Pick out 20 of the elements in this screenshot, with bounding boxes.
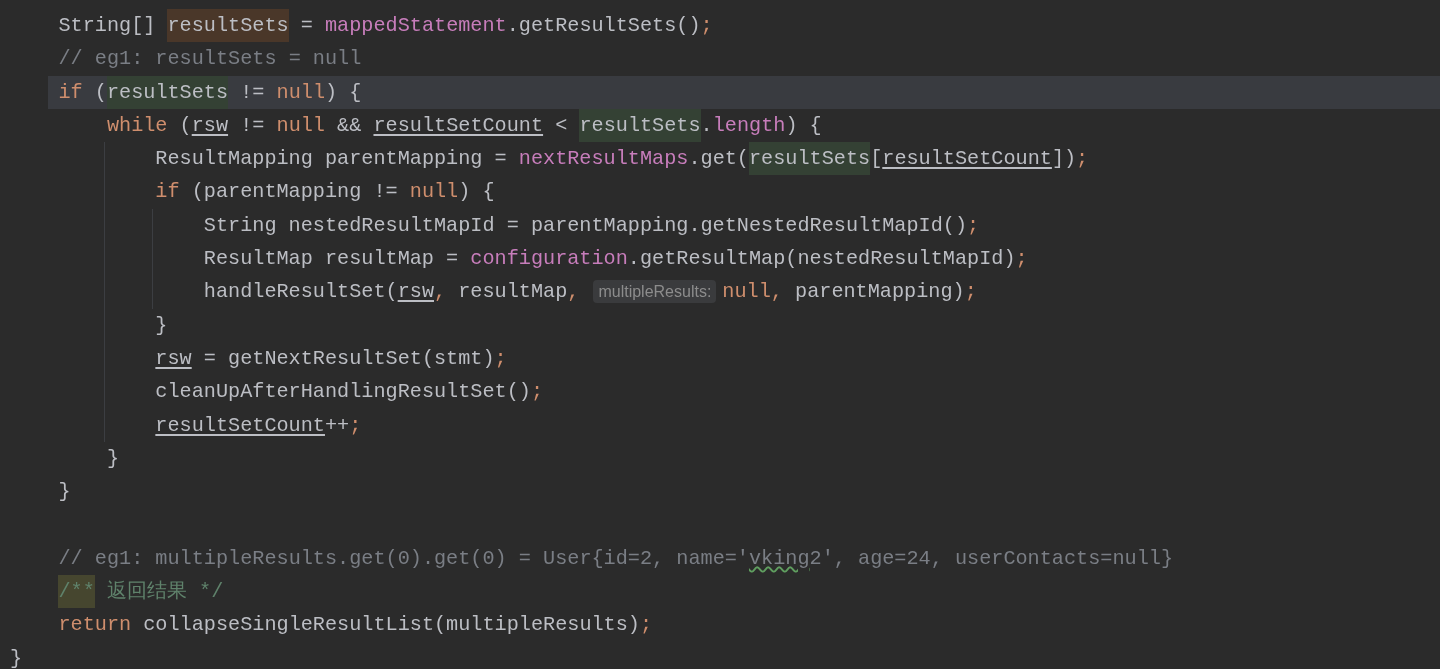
code-line: while (rsw != null && resultSetCount < resultSets.length) { <box>106 108 822 143</box>
code-line: } <box>155 312 169 339</box>
code-line: String nestedResultMapId = parentMapping.getNestedResultMapId(); <box>203 212 980 239</box>
code-line: } <box>58 479 72 506</box>
code-line: // eg1: multipleResults.get(0).get(0) = User{id=2, name='vking2', age=24, userContacts=null} <box>58 545 1173 572</box>
code-line: handleResultSet(rsw, resultMap, multipleResults: null, parentMapping); <box>203 279 977 306</box>
code-line: String[] resultSets = mappedStatement.getResultSets(); <box>58 9 713 43</box>
code-line: } <box>106 445 121 472</box>
code-line: resultSetCount++; <box>155 412 362 439</box>
parameter-hint: multipleResults: <box>593 280 717 304</box>
code-line: if (parentMapping != null) { <box>155 179 495 206</box>
code-line: ResultMap resultMap = configuration.getResultMap(nestedResultMapId); <box>203 246 1028 273</box>
code-line: // eg1: resultSets = null <box>58 46 362 73</box>
code-line: /** 返回结果 */ <box>58 575 224 609</box>
code-line: return collapseSingleResultList(multipleResults); <box>58 612 653 639</box>
code-line: } <box>10 645 24 669</box>
code-line: ResultMapping parentMapping = nextResultMaps.get(resultSets[resultSetCount]); <box>155 142 1089 176</box>
code-line: cleanUpAfterHandlingResultSet(); <box>155 379 544 406</box>
code-line: rsw = getNextResultSet(stmt); <box>155 345 507 372</box>
code-line: if (resultSets != null) { <box>58 75 362 109</box>
